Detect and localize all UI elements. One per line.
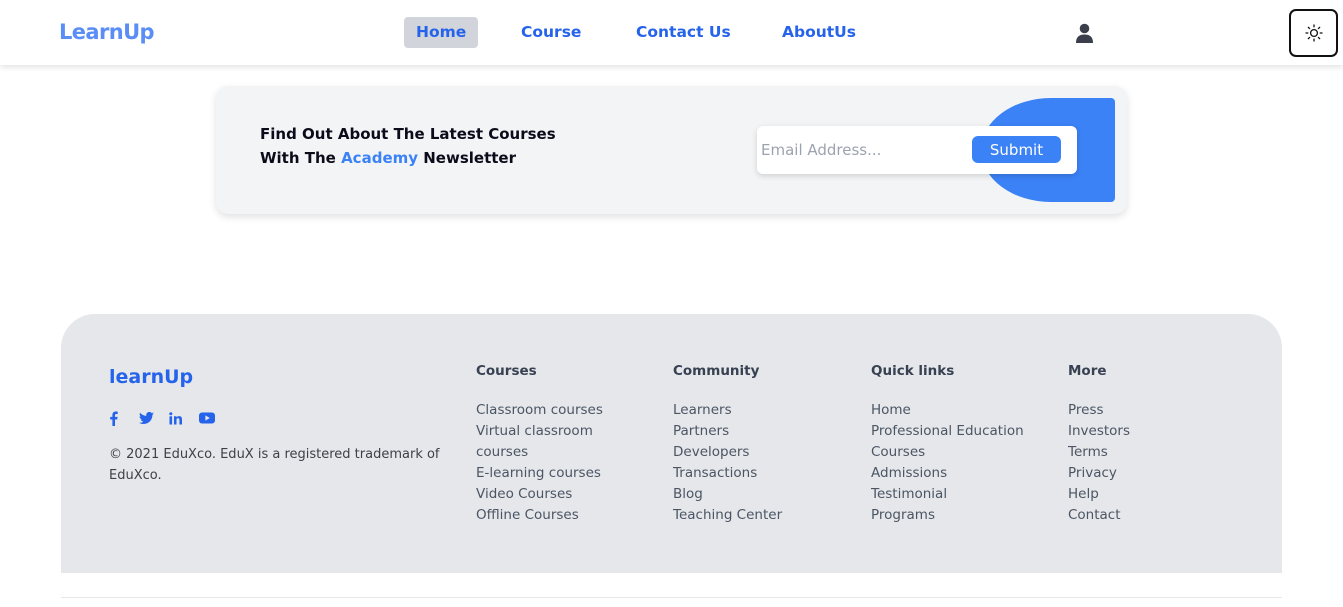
newsletter-form: Submit [757,126,1077,174]
footer-link[interactable]: Press [1068,400,1248,421]
nav-home[interactable]: Home [404,17,479,48]
footer-col-more: More Press Investors Terms Privacy Help … [1068,363,1248,526]
footer-link-list: Classroom courses Virtual classroom cour… [476,400,656,526]
newsletter-line-2-prefix: With The [260,149,342,167]
footer-link[interactable]: Home [871,400,1051,421]
footer-link[interactable]: Learners [673,400,853,421]
footer-link[interactable]: Offline Courses [476,505,656,526]
footer-col-quick-links: Quick links Home Professional Education … [871,363,1051,526]
footer-link[interactable]: Transactions [673,463,853,484]
sun-icon [1304,24,1323,42]
linkedin-icon[interactable] [169,410,199,426]
newsletter-line-2: With The Academy Newsletter [260,146,556,170]
theme-toggle-button[interactable] [1289,9,1338,57]
newsletter-highlight: Academy [341,149,419,167]
footer-link[interactable]: Contact [1068,505,1248,526]
footer-link[interactable]: Terms [1068,442,1248,463]
footer-link[interactable]: Professional Education [871,421,1061,442]
divider [61,597,1282,598]
footer-link[interactable]: Testimonial [871,484,1051,505]
user-icon[interactable] [1075,23,1094,43]
footer-link[interactable]: Privacy [1068,463,1248,484]
copyright-text: © 2021 EduXco. EduX is a registered trad… [109,447,440,483]
footer-link[interactable]: Partners [673,421,853,442]
email-field[interactable] [761,136,961,164]
footer-col-community: Community Learners Partners Developers T… [673,363,853,526]
footer-link[interactable]: E-learning courses [476,463,656,484]
footer-link[interactable]: Admissions [871,463,1051,484]
footer-brand[interactable]: learnUp [109,366,193,388]
footer-link[interactable]: Courses [871,442,1051,463]
footer-link-list: Home Professional Education Courses Admi… [871,400,1051,526]
footer-col-title: More [1068,363,1107,379]
footer-col-title: Courses [476,363,537,379]
nav-course[interactable]: Course [509,17,593,48]
footer-link[interactable]: Programs [871,505,1051,526]
submit-button[interactable]: Submit [972,136,1061,163]
social-links [109,410,229,426]
footer-link[interactable]: Help [1068,484,1248,505]
newsletter-heading: Find Out About The Latest Courses With T… [260,122,556,170]
facebook-icon[interactable] [109,410,139,426]
footer-link-list: Press Investors Terms Privacy Help Conta… [1068,400,1248,526]
top-navbar: LearnUp Home Course Contact Us AboutUs [0,0,1343,65]
nav-contact-us[interactable]: Contact Us [624,17,743,48]
footer-col-title: Community [673,363,760,379]
newsletter-line-1: Find Out About The Latest Courses [260,125,556,143]
footer-link[interactable]: Video Courses [476,484,656,505]
footer-col-courses: Courses Classroom courses Virtual classr… [476,363,656,526]
footer-link[interactable]: Developers [673,442,853,463]
footer-link[interactable]: Blog [673,484,853,505]
nav-about-us[interactable]: AboutUs [770,17,868,48]
newsletter-card: Find Out About The Latest Courses With T… [216,86,1127,214]
footer-link[interactable]: Classroom courses [476,400,656,421]
footer-col-title: Quick links [871,363,955,379]
youtube-icon[interactable] [199,410,229,426]
newsletter-line-2-suffix: Newsletter [418,149,516,167]
footer-link[interactable]: Teaching Center [673,505,853,526]
footer-link[interactable]: Virtual classroom courses [476,421,616,463]
logo[interactable]: LearnUp [59,20,155,44]
footer-link-list: Learners Partners Developers Transaction… [673,400,853,526]
footer: learnUp © 2021 EduXco. EduX is a registe… [61,314,1282,573]
footer-link[interactable]: Investors [1068,421,1248,442]
twitter-icon[interactable] [139,410,169,426]
